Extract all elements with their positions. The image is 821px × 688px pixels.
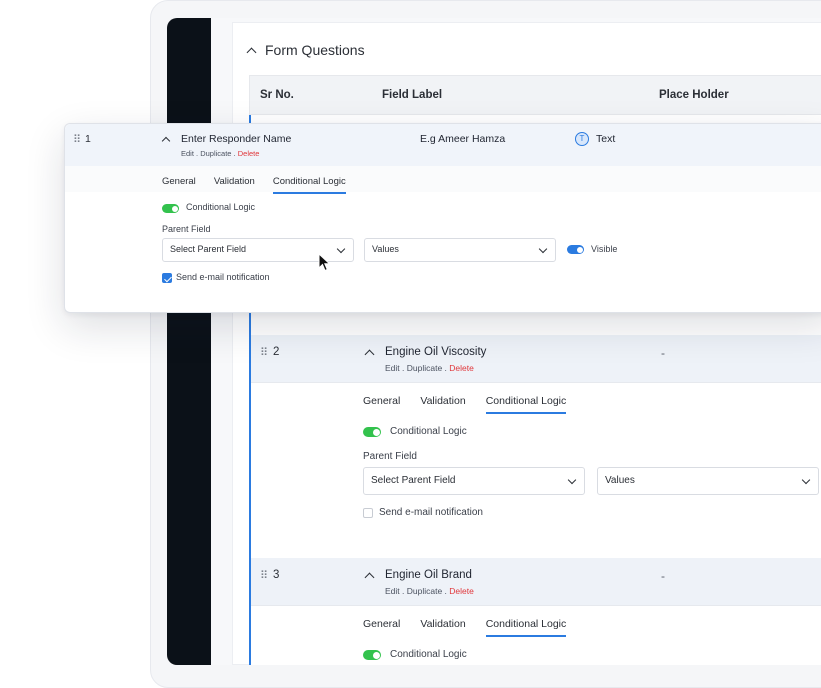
tab-conditional-logic[interactable]: Conditional Logic — [485, 618, 567, 637]
edit-link[interactable]: Edit — [385, 363, 400, 373]
tab-general[interactable]: General — [363, 395, 400, 414]
toggle-knob — [372, 651, 380, 659]
table-row: ⠿ 3 Engine Oil Brand Edit . Duplicate . … — [249, 558, 821, 665]
visible-label: Visible — [591, 244, 618, 254]
field-label: Engine Oil Viscosity — [385, 346, 487, 358]
values-select[interactable]: Values — [364, 238, 556, 262]
delete-link[interactable]: Delete — [449, 586, 474, 596]
placeholder-value: - — [661, 569, 665, 583]
values-select[interactable]: Values — [597, 467, 819, 495]
row-number: 3 — [273, 569, 280, 581]
placeholder-value: - — [661, 346, 665, 360]
row-header[interactable]: ⠿ 3 Engine Oil Brand Edit . Duplicate . … — [251, 558, 821, 606]
toggle-label: Conditional Logic — [390, 426, 467, 437]
table-row: ⠿ 2 Engine Oil Viscosity Edit . Duplicat… — [249, 335, 821, 558]
row-header[interactable]: ⠿ 1 Enter Responder Name Edit . Duplicat… — [65, 124, 821, 166]
duplicate-link[interactable]: Duplicate — [200, 149, 231, 158]
expanded-question-card: ⠿ 1 Enter Responder Name Edit . Duplicat… — [64, 123, 821, 313]
toggle-knob — [372, 428, 380, 436]
toggle-knob — [171, 205, 178, 212]
mouse-cursor-icon — [318, 253, 331, 272]
drag-handle-icon[interactable]: ⠿ — [260, 569, 268, 582]
tab-validation[interactable]: Validation — [214, 176, 255, 194]
tab-general[interactable]: General — [162, 176, 196, 194]
table-header: Sr No. Field Label Place Holder — [249, 75, 821, 115]
row-actions: Edit . Duplicate . Delete — [385, 363, 474, 373]
text-type-icon: T — [575, 132, 589, 146]
conditional-logic-toggle[interactable] — [363, 650, 381, 660]
delete-link[interactable]: Delete — [238, 149, 260, 158]
drag-handle-icon[interactable]: ⠿ — [73, 133, 81, 146]
row-actions: Edit . Duplicate . Delete — [181, 149, 260, 158]
edit-link[interactable]: Edit — [385, 586, 400, 596]
field-label: Engine Oil Brand — [385, 569, 472, 581]
chevron-down-icon — [801, 475, 811, 485]
email-notification-label: Send e-mail notification — [176, 272, 270, 282]
tab-conditional-logic[interactable]: Conditional Logic — [485, 395, 567, 414]
chevron-down-icon — [567, 475, 577, 485]
tab-conditional-logic[interactable]: Conditional Logic — [272, 176, 346, 194]
chevron-up-icon[interactable] — [364, 572, 375, 583]
values-select-value: Values — [372, 244, 399, 254]
toggle-knob — [576, 246, 583, 253]
tab-bar: General Validation Conditional Logic — [363, 395, 567, 414]
parent-field-select-value: Select Parent Field — [170, 244, 247, 254]
chevron-up-icon[interactable] — [246, 47, 257, 57]
delete-link[interactable]: Delete — [449, 363, 474, 373]
toggle-label: Conditional Logic — [186, 202, 256, 212]
edit-link[interactable]: Edit — [181, 149, 194, 158]
parent-field-select-value: Select Parent Field — [371, 475, 456, 486]
placeholder-value: E.g Ameer Hamza — [420, 133, 506, 145]
visible-toggle[interactable] — [567, 245, 584, 254]
row-header[interactable]: ⠿ 2 Engine Oil Viscosity Edit . Duplicat… — [251, 335, 821, 383]
email-notification-label: Send e-mail notification — [379, 507, 483, 518]
column-header-field-label: Field Label — [382, 89, 443, 101]
tab-general[interactable]: General — [363, 618, 400, 637]
conditional-logic-toggle[interactable] — [363, 427, 381, 437]
tab-bar: General Validation Conditional Logic — [363, 618, 567, 637]
chevron-up-icon[interactable] — [364, 349, 375, 360]
tab-validation[interactable]: Validation — [420, 395, 465, 414]
duplicate-link[interactable]: Duplicate — [407, 363, 442, 373]
parent-field-label: Parent Field — [363, 451, 417, 462]
email-notification-checkbox[interactable] — [162, 273, 172, 283]
row-number: 1 — [85, 133, 91, 145]
field-type: Text — [596, 133, 616, 145]
column-header-sr-no: Sr No. — [260, 89, 294, 101]
column-header-place-holder: Place Holder — [659, 89, 729, 101]
duplicate-link[interactable]: Duplicate — [407, 586, 442, 596]
tab-validation[interactable]: Validation — [420, 618, 465, 637]
parent-field-label: Parent Field — [162, 224, 211, 234]
field-label: Enter Responder Name — [181, 133, 292, 145]
panel-title: Form Questions — [265, 42, 365, 58]
tab-bar: General Validation Conditional Logic — [162, 176, 346, 194]
values-select-value: Values — [605, 475, 635, 486]
row-actions: Edit . Duplicate . Delete — [385, 586, 474, 596]
drag-handle-icon[interactable]: ⠿ — [260, 346, 268, 359]
panel-header[interactable]: Form Questions — [246, 42, 365, 58]
email-notification-checkbox[interactable] — [363, 508, 373, 518]
row-number: 2 — [273, 346, 280, 358]
sidebar — [167, 18, 211, 665]
conditional-logic-toggle[interactable] — [162, 204, 179, 213]
chevron-down-icon — [336, 244, 346, 254]
chevron-down-icon — [538, 244, 548, 254]
parent-field-select[interactable]: Select Parent Field — [363, 467, 585, 495]
toggle-label: Conditional Logic — [390, 649, 467, 660]
chevron-up-icon[interactable] — [161, 136, 171, 146]
